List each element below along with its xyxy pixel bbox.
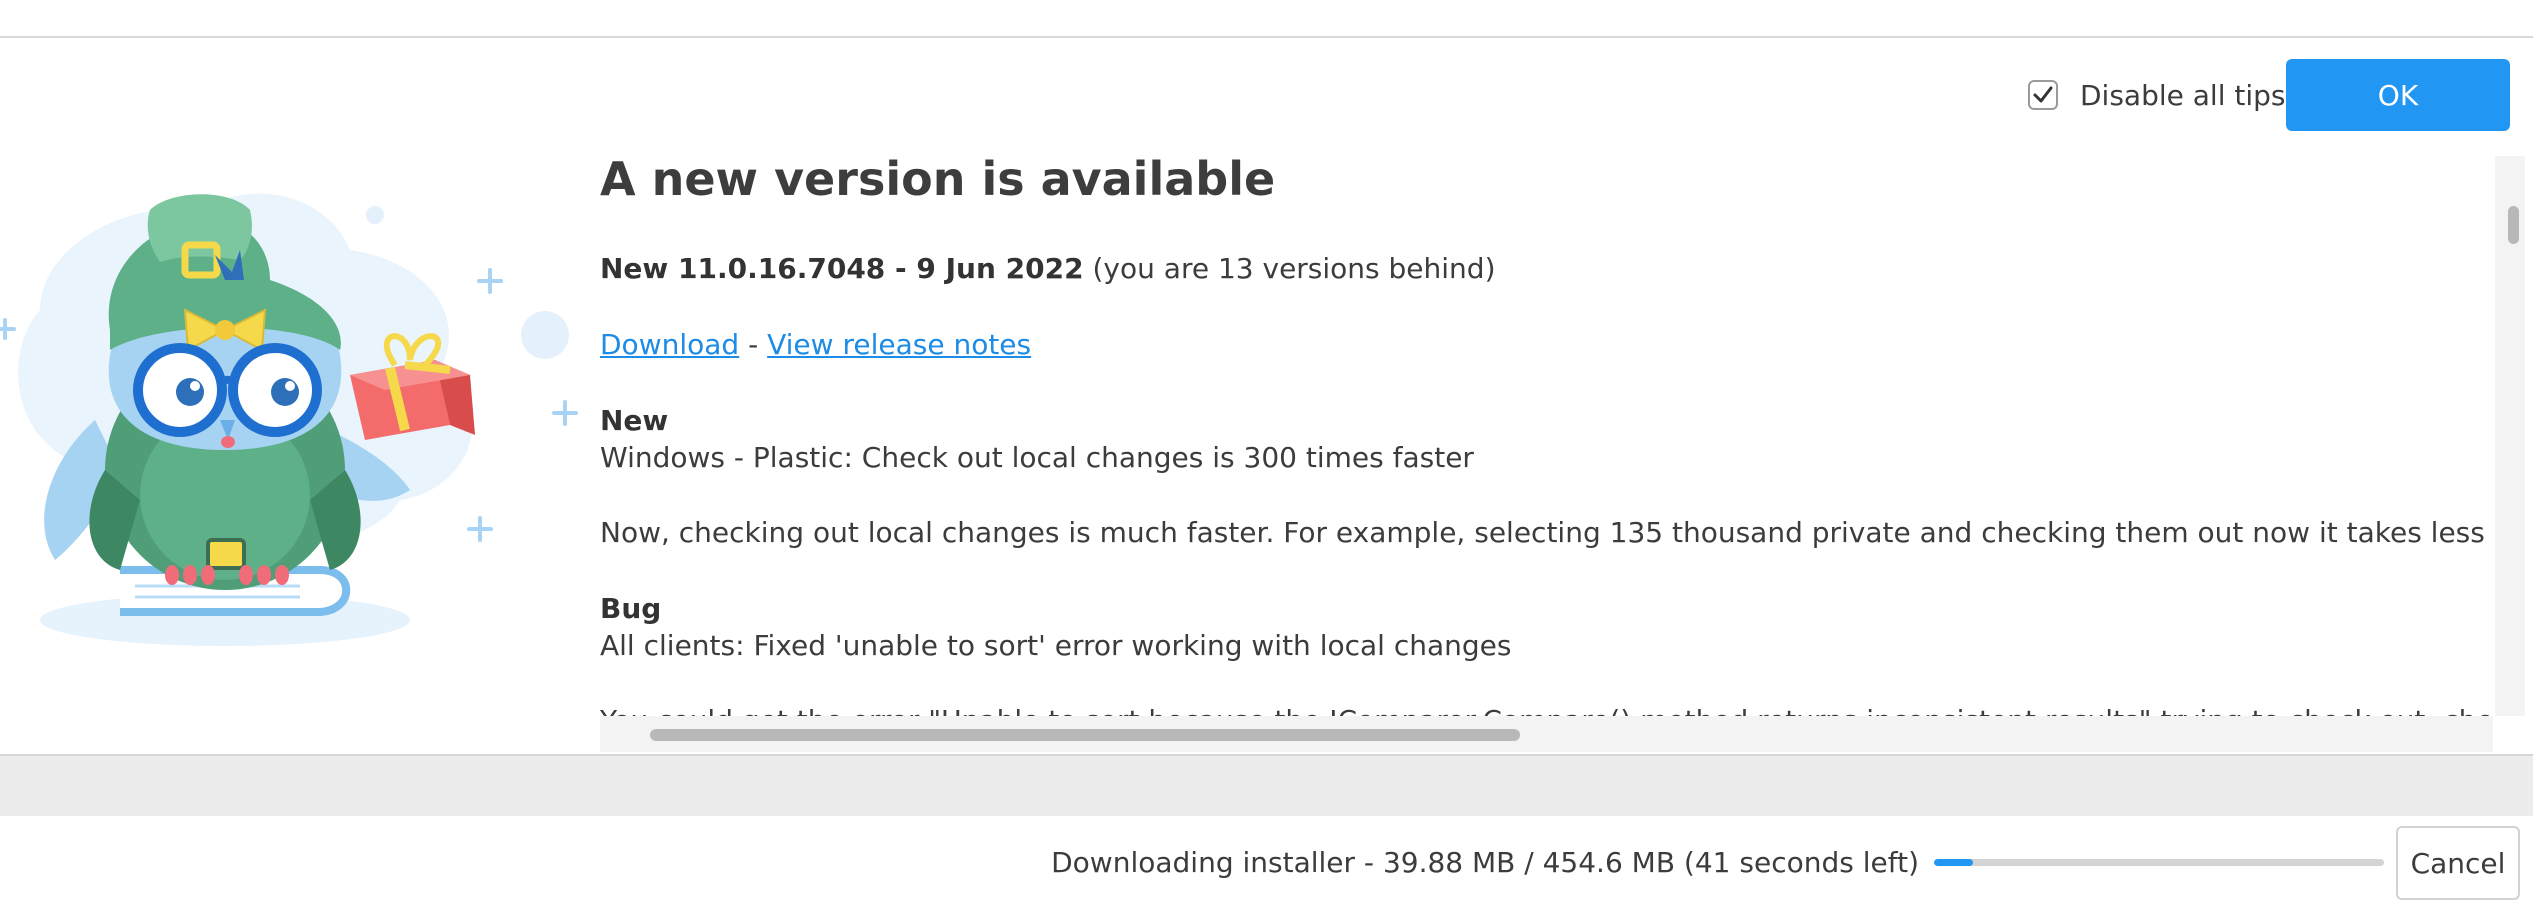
disable-tips-checkbox[interactable] [2028,80,2058,110]
section-item: All clients: Fixed 'unable to sort' erro… [600,629,1512,662]
versions-behind: (you are 13 versions behind) [1083,252,1496,285]
version-line: New 11.0.16.7048 - 9 Jun 2022 (you are 1… [600,252,1496,285]
disable-tips-label: Disable all tips [2080,78,2286,112]
section-heading: New [600,404,669,437]
section-heading: Bug [600,592,662,625]
section-detail: You could get the error "Unable to sort … [600,704,2493,716]
release-title: A new version is available [600,152,1276,206]
view-release-notes-link[interactable]: View release notes [767,328,1031,361]
section-item: Windows - Plastic: Check out local chang… [600,441,1474,474]
check-icon [2033,86,2053,103]
section-detail: Now, checking out local changes is much … [600,516,2493,549]
release-notes-viewport[interactable]: A new version is available New 11.0.16.7… [600,142,2493,716]
version-number: New 11.0.16.7048 - 9 Jun 2022 [600,252,1084,285]
horizontal-scrollbar-thumb[interactable] [650,729,1520,741]
cancel-button[interactable]: Cancel [2396,826,2520,900]
download-progress-fill [1934,859,1974,866]
download-status-text: Downloading installer - 39.88 MB / 454.6… [1051,846,1919,879]
download-link[interactable]: Download [600,328,739,361]
disable-tips-toggle[interactable]: Disable all tips [2028,78,2286,112]
ok-button[interactable]: OK [2286,59,2510,131]
top-strip [0,0,2533,38]
download-progress-bar [1934,859,2384,866]
owl-gift-illustration [0,193,578,646]
links-separator: - [739,328,768,361]
links-line: Download - View release notes [600,328,1031,361]
vertical-scrollbar-thumb[interactable] [2508,206,2519,244]
separator-band [0,754,2533,818]
